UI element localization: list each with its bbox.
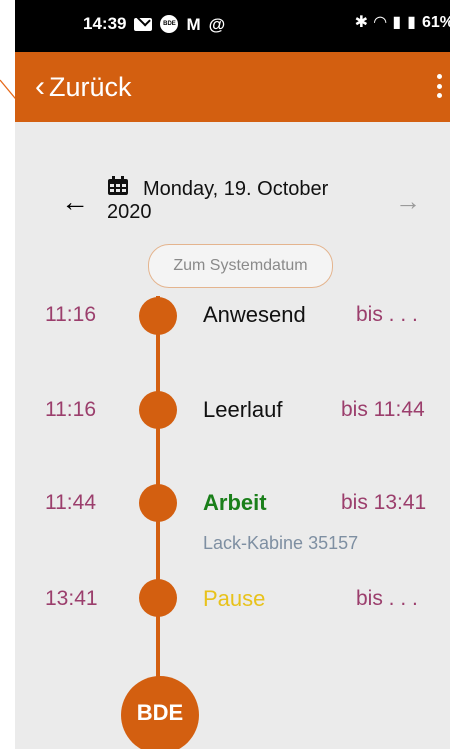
phone-screen: 14:39 BDE M @ ✱ ◠ ▮ ▮ 61% ‹ Zurück ← <box>15 0 450 749</box>
back-button[interactable]: ‹ Zurück <box>35 69 132 103</box>
back-label: Zurück <box>49 72 132 102</box>
battery-icon: ▮ <box>407 14 416 31</box>
timeline-dot <box>139 297 177 335</box>
current-date[interactable]: Monday, 19. October 2020 <box>107 178 367 224</box>
timeline-dot <box>139 484 177 522</box>
bluetooth-icon: ✱ <box>354 14 369 31</box>
previous-day-arrow-icon[interactable]: ← <box>61 188 89 216</box>
entry-time: 13:41 <box>45 587 98 610</box>
signal-icon: ▮ <box>392 14 402 31</box>
gmail-icon: M <box>186 14 201 34</box>
at-sign-icon: @ <box>208 14 226 34</box>
entry-until: bis . . . <box>356 303 418 326</box>
entry-label[interactable]: Leerlauf <box>203 397 283 423</box>
wifi-icon: ◠ <box>374 14 387 31</box>
chevron-left-icon: ‹ <box>35 69 45 103</box>
entry-time: 11:44 <box>45 491 96 514</box>
next-day-arrow-icon[interactable]: → <box>395 188 421 214</box>
battery-percent: 61% <box>421 14 450 31</box>
entry-time: 11:16 <box>45 303 96 326</box>
entry-time: 11:16 <box>45 398 96 421</box>
entry-label[interactable]: Anwesend <box>203 302 306 328</box>
status-right: ✱ ◠ ▮ ▮ 61% <box>355 14 450 32</box>
status-time: 14:39 <box>83 14 127 33</box>
system-date-button[interactable]: Zum Systemdatum <box>148 244 333 288</box>
bde-fab-button[interactable]: BDE <box>121 676 199 749</box>
timeline-dot <box>139 391 177 429</box>
entry-label[interactable]: Arbeit <box>203 490 267 516</box>
status-left: 14:39 BDE M @ <box>83 14 225 34</box>
entry-until: bis 13:41 <box>341 491 427 514</box>
entry-label[interactable]: Pause <box>203 586 265 612</box>
bde-app-icon: BDE <box>160 15 179 33</box>
entry-workplace: Lack-Kabine 35157 <box>203 533 359 553</box>
mail-icon <box>134 17 153 31</box>
timeline-dot <box>139 579 177 617</box>
entry-until: bis 11:44 <box>341 398 425 421</box>
date-navigation: ← Monday, 19. October 2020 → <box>15 170 450 230</box>
entry-until: bis . . . <box>356 587 418 610</box>
app-bar: ‹ Zurück <box>15 52 450 122</box>
status-bar: 14:39 BDE M @ ✱ ◠ ▮ ▮ 61% <box>15 0 450 52</box>
overflow-menu-icon[interactable] <box>436 74 442 98</box>
